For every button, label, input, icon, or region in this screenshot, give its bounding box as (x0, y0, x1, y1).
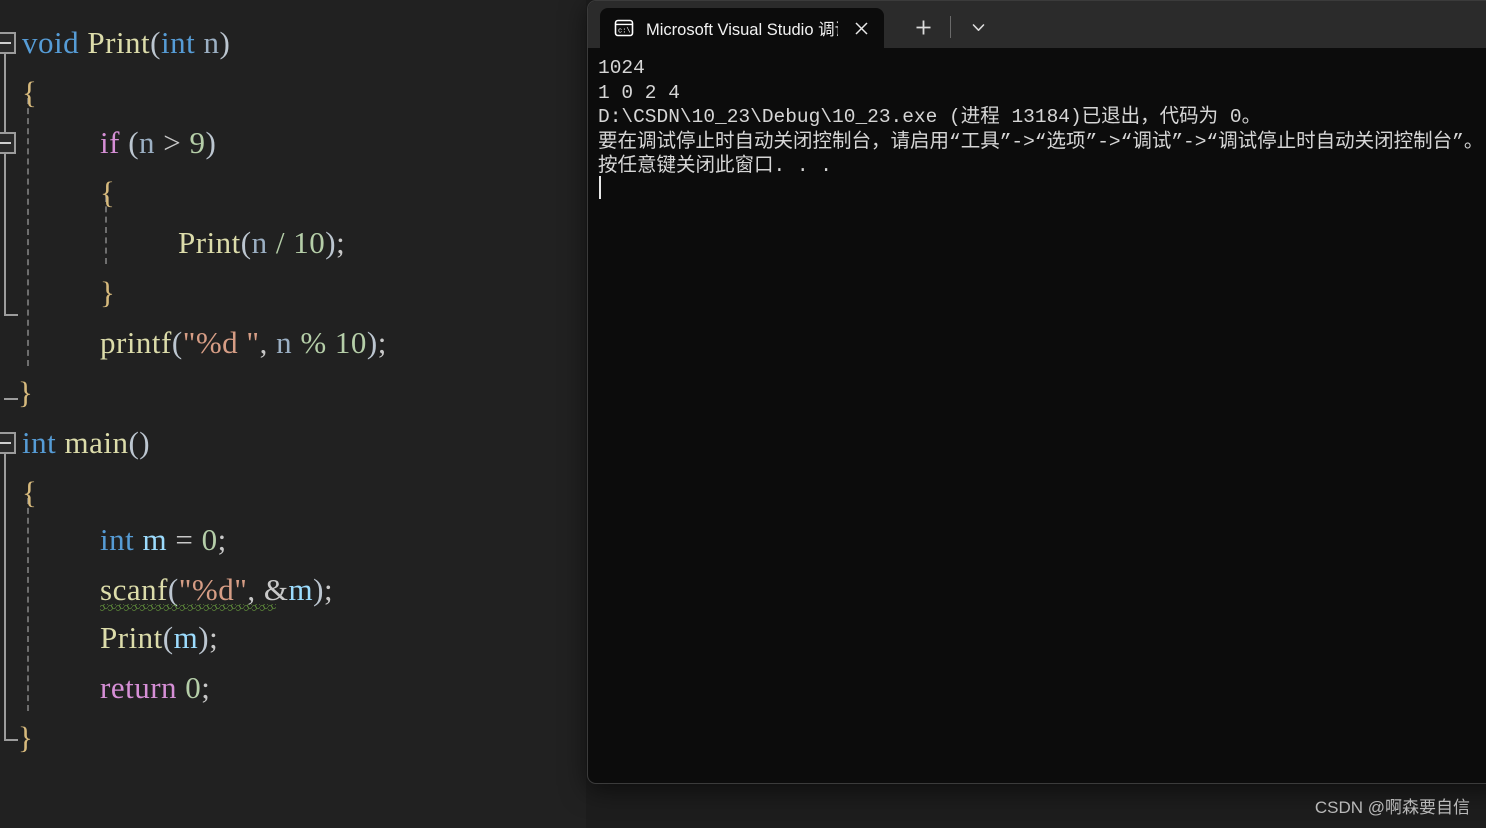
console-text-caret (599, 176, 601, 199)
code-token: ( (240, 225, 252, 260)
code-token: n (139, 125, 156, 160)
code-token: % (300, 325, 327, 360)
code-token: n (251, 225, 268, 260)
code-token: ) (313, 572, 324, 607)
code-token: ) (366, 325, 378, 360)
line-open-brace-print[interactable]: { (0, 68, 37, 118)
code-token: void (22, 25, 80, 60)
code-token: } (18, 720, 34, 755)
code-token: ( (150, 25, 161, 60)
scanf-warning-squiggle (100, 604, 276, 611)
console-output-area[interactable]: 1024 1 0 2 4 D:\CSDN\10_23\Debug\10_23.exe… (588, 48, 1486, 783)
chevron-down-icon[interactable] (961, 10, 995, 44)
code-token: { (22, 75, 38, 110)
console-window-icon: c:\ (614, 18, 634, 38)
code-token: int (22, 425, 57, 460)
screenshot-root: void Print(int n){if (n > 9){Print(n / 1… (0, 0, 1486, 828)
code-token: if (100, 125, 120, 160)
code-token: Print (178, 225, 241, 260)
tabbar-divider (950, 16, 951, 38)
console-line-0: 1024 (598, 57, 645, 79)
console-line-1: 1 0 2 4 (598, 81, 680, 104)
code-token: Print (87, 25, 151, 60)
code-token: "%d " (182, 325, 260, 360)
console-tab-title: Microsoft Visual Studio 调试控 (646, 21, 838, 39)
code-token: m (173, 620, 199, 655)
code-editor[interactable]: void Print(int n){if (n > 9){Print(n / 1… (0, 0, 586, 828)
code-token: } (18, 375, 34, 410)
code-token: int (161, 25, 196, 60)
line-open-brace-if[interactable]: { (0, 168, 115, 218)
console-line-2: D:\CSDN\10_23\Debug\10_23.exe (进程 13184)… (598, 106, 1262, 129)
code-token: scanf (100, 572, 168, 607)
console-line-4: 按任意键关闭此窗口. . . (598, 155, 833, 178)
csdn-watermark: CSDN @啊森要自信 (1314, 798, 1470, 817)
close-icon[interactable] (848, 15, 874, 41)
code-token: ( (171, 325, 183, 360)
code-token: ; (217, 522, 227, 557)
code-token: } (100, 275, 116, 310)
code-token: ) (325, 225, 337, 260)
code-token: ; (323, 572, 334, 607)
line-close-brace-main[interactable]: } (0, 713, 33, 763)
code-token: > (155, 125, 190, 160)
code-token: & (263, 572, 289, 607)
code-token: printf (100, 325, 172, 360)
console-tab-bar[interactable]: c:\ Microsoft Visual Studio 调试控 (588, 1, 1486, 48)
code-token: ) (198, 620, 210, 655)
code-token: m (288, 572, 314, 607)
code-token: { (22, 475, 38, 510)
code-token: ; (377, 325, 387, 360)
code-token: ( (167, 572, 179, 607)
line-print-call[interactable]: Print(m); (0, 613, 218, 663)
code-token: 0 (185, 670, 202, 705)
code-token: ; (209, 620, 219, 655)
code-token: = (167, 522, 202, 557)
code-token: , (247, 572, 264, 607)
code-token: "%d" (178, 572, 248, 607)
code-token: Print (100, 620, 163, 655)
console-line-3: 要在调试停止时自动关闭控制台，请启用“工具”->“选项”->“调试”->“调试停… (598, 130, 1484, 153)
code-token: ; (336, 225, 346, 260)
code-token: ; (201, 670, 211, 705)
code-token: ( (162, 620, 174, 655)
line-printf[interactable]: printf("%d ", n % 10); (0, 318, 387, 368)
new-tab-button[interactable] (906, 10, 940, 44)
code-token: m (142, 522, 168, 557)
code-token: main (64, 425, 129, 460)
line-print-recurse[interactable]: Print(n / 10); (0, 218, 345, 268)
svg-text:c:\: c:\ (618, 28, 631, 36)
line-close-brace-print[interactable]: } (0, 368, 33, 418)
line-open-brace-main[interactable]: { (0, 468, 37, 518)
line-int-m[interactable]: int m = 0; (0, 515, 227, 565)
code-token: n (276, 325, 293, 360)
code-token: / (275, 225, 285, 260)
code-token: ( (128, 125, 140, 160)
code-token: 9 (189, 125, 206, 160)
code-token: { (100, 175, 116, 210)
code-token: , (259, 325, 277, 360)
line-void-print[interactable]: void Print(int n) (0, 18, 230, 68)
code-token: 0 (201, 522, 218, 557)
code-token: 10 (293, 225, 326, 260)
code-token: ) (219, 25, 231, 60)
code-token: ) (205, 125, 217, 160)
code-token: 10 (334, 325, 367, 360)
line-int-main[interactable]: int main() (0, 418, 150, 468)
line-return[interactable]: return 0; (0, 663, 210, 713)
line-if[interactable]: if (n > 9) (0, 118, 216, 168)
console-window[interactable]: c:\ Microsoft Visual Studio 调试控 (587, 0, 1486, 784)
code-token: return (100, 670, 178, 705)
code-token: int (100, 522, 135, 557)
console-tab[interactable]: c:\ Microsoft Visual Studio 调试控 (600, 8, 884, 48)
code-token: () (128, 425, 151, 460)
code-token: n (203, 25, 220, 60)
line-close-brace-if[interactable]: } (0, 268, 115, 318)
